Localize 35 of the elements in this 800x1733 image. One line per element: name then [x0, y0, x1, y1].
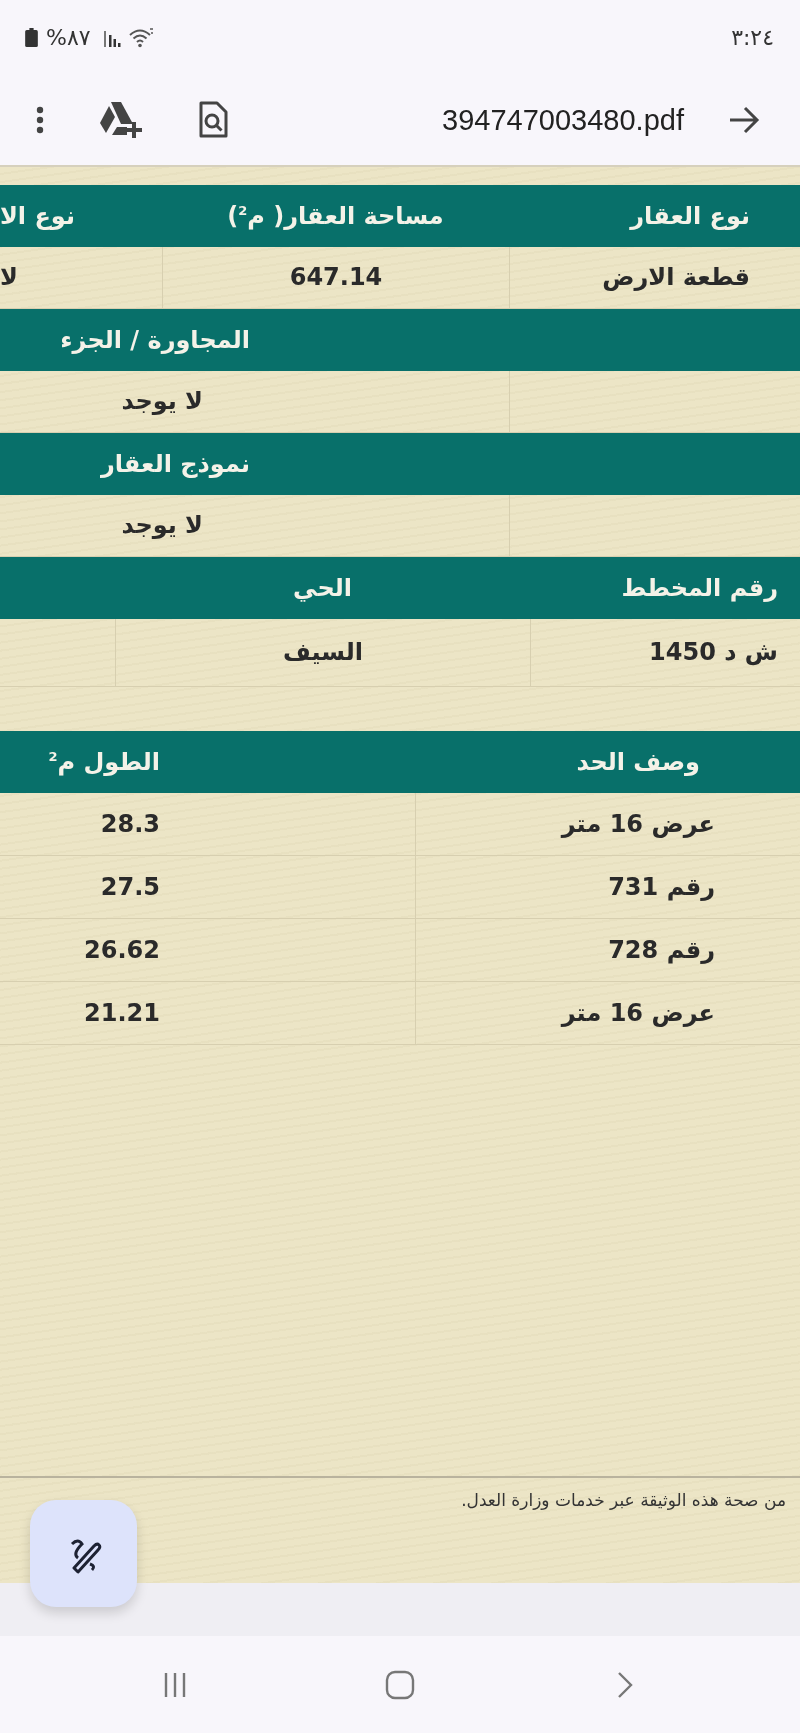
table-cell: 21.21 [84, 998, 160, 1028]
table-cell: قطعة الارض [602, 263, 750, 292]
column-header: نوع الا [0, 201, 75, 231]
column-header: رقم المخطط [621, 573, 778, 603]
table-cell: ش د 1450 [649, 638, 778, 667]
home-icon[interactable] [385, 1669, 415, 1700]
table-cell: لا [0, 263, 18, 292]
signal-icon [102, 28, 121, 47]
table-cell: عرض 16 متر [561, 998, 715, 1028]
table-cell: عرض 16 متر [561, 809, 715, 839]
footer-note: من صحة هذه الوثيقة عبر خدمات وزارة العدل. [461, 1490, 787, 1510]
column-header: نوع العقار [630, 201, 750, 231]
more-options-icon[interactable] [36, 106, 44, 134]
drive-add-icon[interactable] [99, 100, 143, 140]
search-document-icon[interactable] [198, 101, 228, 139]
column-header: الحي [293, 573, 352, 603]
forward-arrow-icon[interactable] [728, 106, 760, 134]
clock: ٣:٢٤ [731, 25, 774, 50]
section-header: نموذج العقار [101, 449, 250, 479]
section-header: المجاورة / الجزء [60, 325, 250, 355]
table-cell: 26.62 [84, 935, 160, 965]
column-header: وصف الحد [576, 747, 700, 777]
file-name: 394747003480.pdf [442, 103, 684, 137]
table-cell: 28.3 [100, 809, 160, 839]
battery-icon [25, 28, 38, 47]
table-cell: رقم 728 [608, 935, 715, 965]
annotate-button[interactable] [30, 1500, 137, 1607]
table-cell: 647.14 [289, 263, 383, 292]
table-cell: السيف [283, 638, 364, 667]
table-cell: لا يوجد [121, 387, 203, 416]
wifi-icon [128, 26, 155, 49]
battery-percentage: %٨٧ [46, 25, 91, 50]
table-cell: لا يوجد [121, 511, 203, 540]
table-cell: رقم 731 [608, 872, 715, 902]
table-cell: 27.5 [100, 872, 160, 902]
